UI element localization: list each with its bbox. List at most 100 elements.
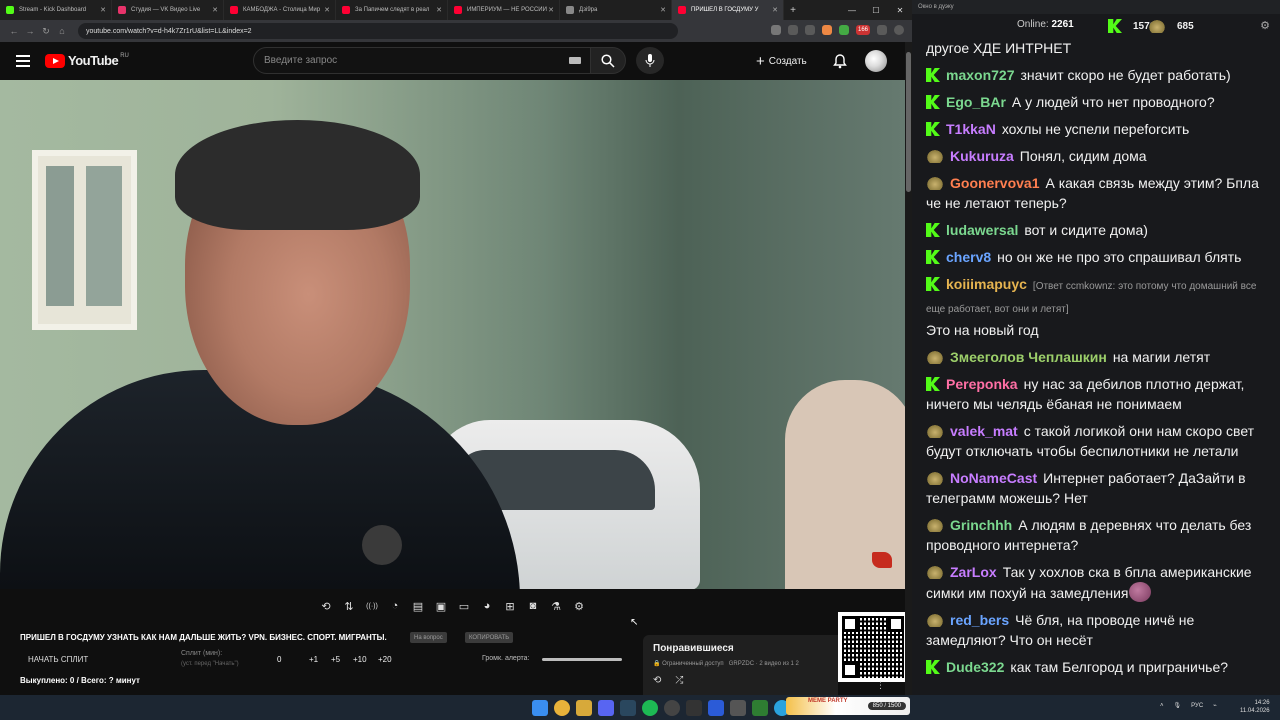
chat-username[interactable]: red_bers — [950, 612, 1009, 628]
split-value[interactable]: 0 — [277, 655, 281, 664]
zoom-icon[interactable] — [771, 25, 781, 35]
start-split-button[interactable]: НАЧАТЬ СПЛИТ — [28, 655, 88, 664]
increment-button[interactable]: +20 — [378, 655, 392, 664]
forward-icon[interactable]: → — [22, 26, 38, 36]
extension-icon[interactable] — [822, 25, 832, 35]
youtube-logo[interactable]: YouTube RU — [45, 53, 129, 68]
playlist-title[interactable]: Понравившиеся — [653, 643, 828, 654]
chrome-icon[interactable] — [554, 700, 570, 716]
browser-tab[interactable]: Дзi9ра ✕ — [560, 0, 672, 20]
tab-close-icon[interactable]: ✕ — [100, 6, 106, 14]
more-icon[interactable]: ⋮ — [876, 680, 885, 691]
reload-icon[interactable]: ↻ — [38, 26, 54, 37]
browser-tab[interactable]: Студия — VK Видео Live ✕ — [112, 0, 224, 20]
page-scrollbar[interactable] — [905, 42, 912, 695]
windows-start-icon[interactable] — [532, 700, 548, 716]
clapper-icon[interactable]: ▤ — [409, 597, 427, 615]
tab-close-icon[interactable]: ✕ — [548, 6, 554, 14]
video-player[interactable] — [0, 80, 905, 589]
mic-tray-icon[interactable]: 🎙 — [1174, 702, 1182, 709]
app-icon[interactable] — [752, 700, 768, 716]
media-player-icon[interactable] — [708, 700, 724, 716]
watch-later-icon[interactable]: ◔ — [386, 597, 404, 615]
home-icon[interactable]: ⌂ — [54, 26, 70, 36]
menu-icon[interactable] — [16, 55, 30, 67]
profile-icon[interactable] — [894, 25, 904, 35]
discord-icon[interactable] — [598, 700, 614, 716]
network-icon[interactable]: ⌁ — [1213, 702, 1217, 709]
browser-tab[interactable]: Stream - Kick Dashboard ✕ — [0, 0, 112, 20]
chat-username[interactable]: valek_mat — [950, 423, 1018, 439]
extension-badge[interactable]: 166 — [856, 25, 870, 35]
question-pill[interactable]: На вопрос — [410, 632, 447, 643]
chat-username[interactable]: Goonervova1 — [950, 175, 1039, 191]
shuffle-icon[interactable]: ⤮ — [675, 675, 683, 686]
settings-icon[interactable]: ⚙ — [1260, 19, 1270, 32]
camera-icon[interactable]: ◙ — [524, 597, 542, 615]
spotify-icon[interactable] — [642, 700, 658, 716]
chat-username[interactable]: Змееголов Чеплашкин — [950, 349, 1107, 365]
increment-button[interactable]: +1 — [309, 655, 318, 664]
extension-icon[interactable] — [839, 25, 849, 35]
clock[interactable]: 14:26 11.04.2026 — [1240, 699, 1270, 715]
app-icon[interactable] — [730, 700, 746, 716]
search-input[interactable]: Введите запрос — [253, 47, 593, 74]
chat-username[interactable]: maxon727 — [946, 67, 1014, 83]
meme-party-widget[interactable]: MEME PARTY 850 / 1500 — [786, 697, 910, 715]
browser-tab[interactable]: ПРИШЕЛ В ГОСДУМУ У ✕ — [672, 0, 784, 20]
download-icon[interactable] — [877, 25, 887, 35]
increment-button[interactable]: +5 — [331, 655, 340, 664]
language-indicator[interactable]: РУС — [1191, 703, 1203, 709]
browser-tab[interactable]: За Папичем следят в реал ✕ — [336, 0, 448, 20]
star-icon[interactable] — [805, 25, 815, 35]
chevron-up-icon[interactable]: ˄ — [1160, 703, 1164, 709]
keyboard-icon[interactable] — [569, 57, 581, 64]
browser-tab[interactable]: КАМБОДЖА - Столица Мир ✕ — [224, 0, 336, 20]
chat-username[interactable]: Grinchhh — [950, 517, 1012, 533]
chat-username[interactable]: Ego_BAr — [946, 94, 1006, 110]
back-icon[interactable]: ← — [6, 26, 22, 36]
chat-username[interactable]: Pereponka — [946, 376, 1018, 392]
loop-icon[interactable]: ⟲ — [653, 675, 661, 686]
tab-close-icon[interactable]: ✕ — [772, 6, 778, 14]
app-icon[interactable] — [686, 700, 702, 716]
tab-close-icon[interactable]: ✕ — [212, 6, 218, 14]
chat-username[interactable]: Kukuruza — [950, 148, 1014, 164]
chat-username[interactable]: ludawersal — [946, 222, 1018, 238]
tab-close-icon[interactable]: ✕ — [436, 6, 442, 14]
increment-button[interactable]: +10 — [353, 655, 367, 664]
loop-icon[interactable]: ⟲ — [317, 597, 335, 615]
search-button[interactable] — [590, 47, 626, 74]
steam-icon[interactable] — [620, 700, 636, 716]
tab-close-icon[interactable]: ✕ — [660, 6, 666, 14]
close-icon[interactable]: ✕ — [888, 0, 912, 20]
chat-username[interactable]: koiiimapuyc — [946, 276, 1027, 292]
pip-icon[interactable]: ▣ — [432, 597, 450, 615]
chat-username[interactable]: T1kkaN — [946, 121, 996, 137]
copy-button[interactable]: КОПИРОВАТЬ — [465, 632, 514, 643]
sort-icon[interactable]: ⇅ — [340, 597, 358, 615]
create-button[interactable]: + Создать — [756, 51, 807, 71]
chat-username[interactable]: NoNameCast — [950, 470, 1037, 486]
tab-close-icon[interactable]: ✕ — [324, 6, 330, 14]
mini-icon[interactable]: ▭ — [455, 597, 473, 615]
url-field[interactable]: youtube.com/watch?v=d-h4k7Zr1rU&list=LL&… — [78, 23, 678, 39]
speed-icon[interactable]: ◕ — [478, 597, 496, 615]
chat-username[interactable]: cherv8 — [946, 249, 991, 265]
obs-icon[interactable] — [664, 700, 680, 716]
chat-username[interactable]: Dude322 — [946, 659, 1004, 675]
maximize-icon[interactable]: ☐ — [864, 0, 888, 20]
new-tab-button[interactable]: + — [784, 5, 802, 16]
bell-icon[interactable] — [832, 53, 848, 69]
alert-volume-slider[interactable] — [542, 658, 622, 661]
minimize-icon[interactable]: — — [840, 0, 864, 20]
avatar[interactable] — [865, 50, 887, 72]
add-icon[interactable]: ⊞ — [501, 597, 519, 615]
folder-icon[interactable] — [576, 700, 592, 716]
lab-icon[interactable]: ⚗ — [547, 597, 565, 615]
browser-tab[interactable]: ИМПЕРИУМ — НЕ РОССИИ ✕ — [448, 0, 560, 20]
chat-username[interactable]: ZarLox — [950, 564, 997, 580]
mic-icon[interactable] — [636, 47, 664, 74]
cast-icon[interactable] — [788, 25, 798, 35]
settings-icon[interactable]: ⚙ — [570, 597, 588, 615]
